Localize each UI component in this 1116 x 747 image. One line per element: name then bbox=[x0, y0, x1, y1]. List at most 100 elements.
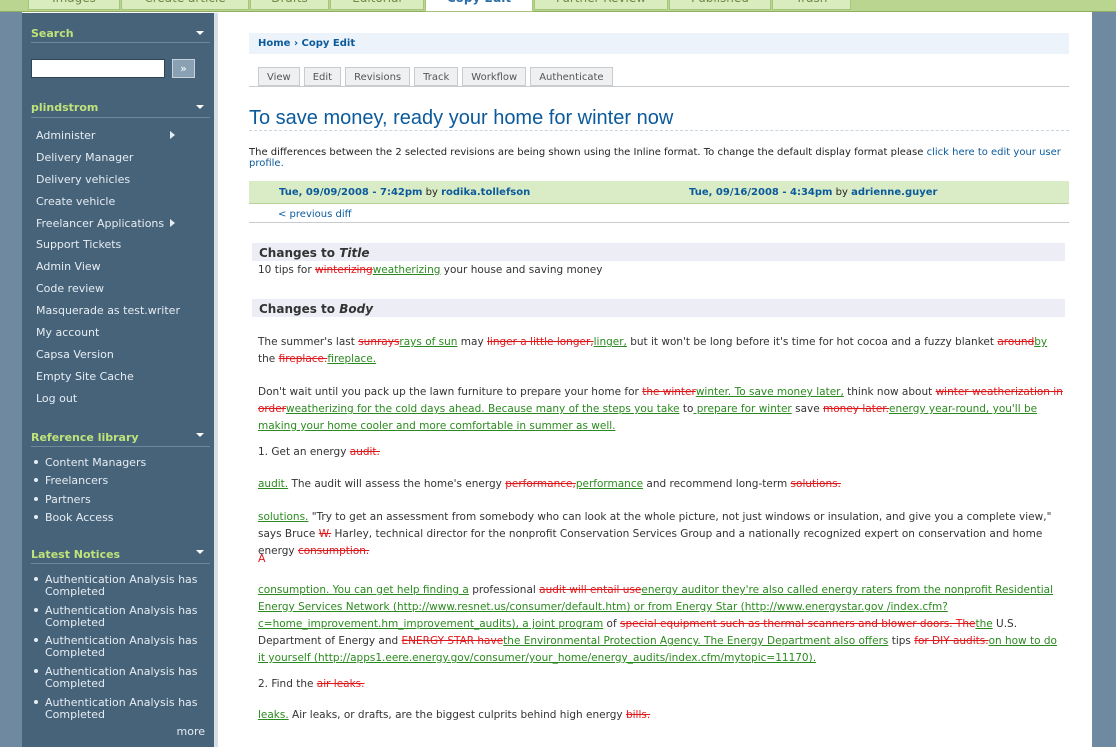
changes-label: Changes to bbox=[259, 246, 336, 260]
more-link[interactable]: more bbox=[177, 725, 206, 738]
body-diff-paragraph: 2. Find the air leaks. bbox=[258, 678, 365, 690]
search-button[interactable]: » bbox=[172, 59, 195, 78]
divider bbox=[31, 117, 210, 118]
chevron-down-icon[interactable] bbox=[196, 31, 204, 35]
changes-body-header: Changes to Body bbox=[252, 299, 1065, 317]
chevron-right-icon bbox=[170, 131, 175, 139]
node-tabs: View Edit Revisions Track Workflow Authe… bbox=[258, 67, 617, 87]
reference-library-title: Reference library bbox=[31, 431, 139, 444]
bullet-icon bbox=[34, 669, 38, 673]
menu-capsa-version[interactable]: Capsa Version bbox=[36, 348, 114, 361]
notice-item[interactable]: Authentication Analysis has Completed bbox=[45, 574, 205, 598]
field-name: Title bbox=[339, 246, 370, 260]
divider bbox=[31, 446, 210, 447]
menu-admin-view[interactable]: Admin View bbox=[36, 260, 101, 273]
left-revision-user[interactable]: rodika.tollefson bbox=[441, 187, 530, 198]
search-input[interactable] bbox=[31, 59, 165, 78]
divider bbox=[249, 130, 1069, 131]
ref-book-access[interactable]: Book Access bbox=[45, 512, 205, 524]
chevron-down-icon[interactable] bbox=[196, 433, 204, 437]
divider bbox=[249, 86, 1069, 87]
tab-copy-edit[interactable]: Copy Edit bbox=[425, 0, 533, 12]
by-label: by bbox=[835, 187, 848, 198]
tab-editorial[interactable]: Editorial bbox=[330, 0, 424, 10]
top-tab-bar: Images Create article Drafts Editorial C… bbox=[0, 0, 1116, 12]
left-revision-date[interactable]: Tue, 09/09/2008 - 7:42pm bbox=[279, 187, 422, 198]
bullet-icon bbox=[34, 497, 38, 501]
menu-delivery-manager[interactable]: Delivery Manager bbox=[36, 151, 133, 164]
revision-header: Tue, 09/09/2008 - 7:42pm by rodika.tolle… bbox=[249, 181, 1069, 204]
tab-images[interactable]: Images bbox=[28, 0, 120, 10]
menu-my-account[interactable]: My account bbox=[36, 326, 99, 339]
menu-code-review[interactable]: Code review bbox=[36, 282, 104, 295]
ref-partners[interactable]: Partners bbox=[45, 494, 205, 506]
right-revision: Tue, 09/16/2008 - 4:34pm by adrienne.guy… bbox=[689, 187, 937, 198]
body-diff-paragraph: consumption. You can get help finding a … bbox=[258, 584, 1057, 664]
menu-freelancer-applications[interactable]: Freelancer Applications bbox=[36, 217, 164, 230]
tab-published[interactable]: Published bbox=[669, 0, 771, 10]
menu-log-out[interactable]: Log out bbox=[36, 392, 77, 405]
notice-item[interactable]: Authentication Analysis has Completed bbox=[45, 635, 205, 659]
intro-description: The differences between the 2 selected r… bbox=[249, 147, 927, 158]
body-diff-paragraph: The summer's last sunraysrays of sun may… bbox=[258, 336, 1048, 365]
chevron-down-icon[interactable] bbox=[196, 550, 204, 554]
bullet-icon bbox=[34, 638, 38, 642]
latest-notices-title: Latest Notices bbox=[31, 548, 121, 561]
bullet-icon bbox=[34, 608, 38, 612]
breadcrumb-home[interactable]: Home bbox=[258, 38, 290, 49]
ref-content-managers[interactable]: Content Managers bbox=[45, 457, 205, 469]
breadcrumb: Home › Copy Edit bbox=[249, 33, 1069, 54]
ref-freelancers[interactable]: Freelancers bbox=[45, 475, 205, 487]
divider bbox=[249, 222, 1069, 223]
tab-edit[interactable]: Edit bbox=[303, 67, 342, 86]
notice-item[interactable]: Authentication Analysis has Completed bbox=[45, 666, 205, 690]
tab-further-review[interactable]: Further Review bbox=[534, 0, 668, 10]
body-diff-paragraph: solutions. "Try to get an assessment fro… bbox=[258, 511, 1052, 557]
tab-revisions[interactable]: Revisions bbox=[345, 67, 411, 86]
divider bbox=[31, 563, 210, 564]
bullet-icon bbox=[34, 515, 38, 519]
tab-workflow[interactable]: Workflow bbox=[462, 67, 527, 86]
body-diff-paragraph: 1. Get an energy audit. bbox=[258, 446, 380, 458]
right-revision-date[interactable]: Tue, 09/16/2008 - 4:34pm bbox=[689, 187, 832, 198]
right-revision-user[interactable]: adrienne.guyer bbox=[851, 187, 937, 198]
menu-masquerade[interactable]: Masquerade as test.writer bbox=[36, 304, 180, 317]
bullet-icon bbox=[34, 478, 38, 482]
notice-item[interactable]: Authentication Analysis has Completed bbox=[45, 697, 205, 721]
changes-title-header: Changes to Title bbox=[252, 243, 1065, 261]
tab-create-article[interactable]: Create article bbox=[121, 0, 249, 10]
tab-drafts[interactable]: Drafts bbox=[250, 0, 329, 10]
body-diff-paragraph: Don't wait until you pack up the lawn fu… bbox=[258, 386, 1063, 432]
changes-label: Changes to bbox=[259, 302, 336, 316]
previous-diff-link[interactable]: < previous diff bbox=[278, 209, 352, 220]
tab-authenticate[interactable]: Authenticate bbox=[530, 67, 613, 86]
menu-delivery-vehicles[interactable]: Delivery vehicles bbox=[36, 173, 130, 186]
menu-administer[interactable]: Administer bbox=[36, 129, 95, 142]
chevron-right-icon bbox=[170, 219, 175, 227]
body-diff-paragraph: leaks. Air leaks, or drafts, are the big… bbox=[258, 709, 651, 721]
by-label: by bbox=[425, 187, 438, 198]
user-block-title: plindstrom bbox=[31, 101, 99, 114]
body-diff-paragraph: audit. The audit will assess the home's … bbox=[258, 478, 841, 490]
deleted-marker: A bbox=[258, 552, 266, 565]
left-revision: Tue, 09/09/2008 - 7:42pm by rodika.tolle… bbox=[279, 187, 530, 198]
bullet-icon bbox=[34, 460, 38, 464]
chevron-down-icon[interactable] bbox=[196, 105, 204, 109]
intro-text: The differences between the 2 selected r… bbox=[249, 147, 1069, 169]
tab-trash[interactable]: Trash bbox=[772, 0, 851, 10]
tab-view[interactable]: View bbox=[258, 67, 300, 86]
menu-create-vehicle[interactable]: Create vehicle bbox=[36, 195, 115, 208]
breadcrumb-current[interactable]: Copy Edit bbox=[302, 38, 356, 49]
tab-track[interactable]: Track bbox=[414, 67, 459, 86]
title-diff: 10 tips for winterizingweatherizing your… bbox=[258, 264, 603, 276]
menu-empty-site-cache[interactable]: Empty Site Cache bbox=[36, 370, 134, 383]
bullet-icon bbox=[34, 577, 38, 581]
sidebar: Search » plindstrom Administer Delivery … bbox=[22, 13, 218, 747]
menu-support-tickets[interactable]: Support Tickets bbox=[36, 238, 121, 251]
divider bbox=[31, 42, 210, 43]
field-name: Body bbox=[339, 302, 374, 316]
page-title: To save money, ready your home for winte… bbox=[249, 107, 674, 129]
breadcrumb-separator: › bbox=[293, 38, 299, 49]
notice-item[interactable]: Authentication Analysis has Completed bbox=[45, 605, 205, 629]
bullet-icon bbox=[34, 700, 38, 704]
